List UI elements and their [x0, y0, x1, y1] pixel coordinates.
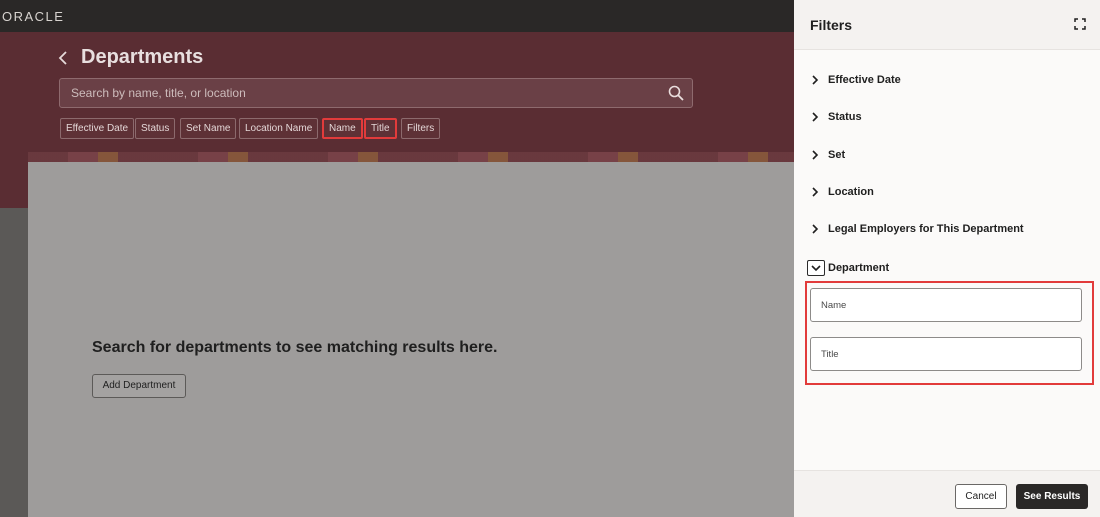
- chip-effective-date[interactable]: Effective Date: [60, 118, 135, 139]
- chevron-right-icon: [812, 112, 819, 122]
- section-label: Legal Employers for This Department: [828, 223, 1024, 235]
- department-collapse-button[interactable]: [807, 260, 825, 276]
- drawer-header: Filters: [794, 0, 1100, 50]
- search-input[interactable]: [60, 79, 660, 107]
- chip-status[interactable]: Status: [135, 118, 176, 139]
- expand-icon[interactable]: [1074, 18, 1086, 30]
- chip-set-name[interactable]: Set Name: [180, 118, 237, 139]
- page-title: Departments: [81, 46, 204, 68]
- chevron-right-icon: [812, 187, 819, 197]
- chevron-left-icon: [58, 51, 67, 65]
- empty-state-message: Search for departments to see matching r…: [92, 339, 498, 356]
- highlight-annotation: [805, 281, 1094, 385]
- section-label: Location: [828, 186, 874, 198]
- results-area: Search for departments to see matching r…: [28, 162, 794, 517]
- drawer-title: Filters: [810, 17, 853, 33]
- oracle-logo[interactable]: ORACLE: [2, 9, 64, 24]
- section-label-department: Department: [828, 262, 890, 274]
- search-bar[interactable]: [59, 78, 693, 108]
- chevron-right-icon: [812, 224, 819, 234]
- section-label: Set: [828, 149, 846, 161]
- chevron-right-icon: [812, 75, 819, 85]
- drawer-footer: Cancel See Results: [794, 470, 1100, 517]
- top-bar: ORACLE: [0, 0, 794, 32]
- section-label: Effective Date: [828, 74, 901, 86]
- see-results-button[interactable]: See Results: [1016, 484, 1088, 509]
- cancel-button[interactable]: Cancel: [955, 484, 1007, 509]
- chip-title[interactable]: Title: [364, 118, 397, 139]
- chevron-down-icon: [811, 265, 821, 272]
- add-department-button[interactable]: Add Department: [92, 374, 186, 398]
- search-icon[interactable]: [668, 85, 684, 101]
- background-margin: [0, 208, 28, 517]
- back-button[interactable]: [58, 47, 72, 67]
- chip-name[interactable]: Name: [322, 118, 363, 139]
- section-label: Status: [828, 111, 862, 123]
- chip-filters[interactable]: Filters: [401, 118, 441, 139]
- chip-location-name[interactable]: Location Name: [239, 118, 319, 139]
- filters-drawer: Filters Effective Date Status Set Locati…: [794, 0, 1100, 517]
- chevron-right-icon: [812, 150, 819, 160]
